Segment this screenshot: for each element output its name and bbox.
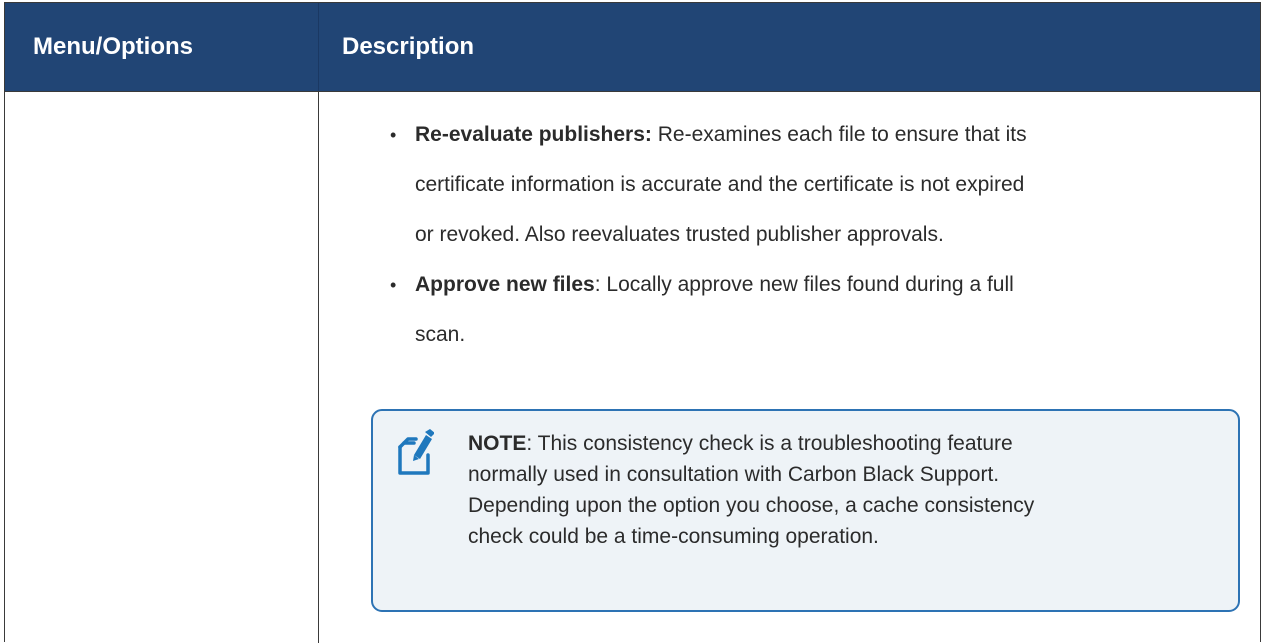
note-callout: NOTE: This consistency check is a troubl… [371, 409, 1240, 612]
bullet-line: certificate information is accurate and … [415, 173, 1025, 196]
header-divider [318, 3, 319, 91]
table-header-row: Menu/Options Description [5, 3, 1260, 91]
note-label: NOTE [468, 432, 527, 455]
bullet-re-evaluate-publishers: • Re-evaluate publishers: Re-examines ea… [385, 110, 1215, 260]
note-line-text: : This consistency check is a troublesho… [526, 432, 1013, 455]
bullet-approve-new-files: • Approve new files: Locally approve new… [385, 260, 1215, 360]
note-line: Depending upon the option you choose, a … [468, 494, 1035, 517]
note-line: check could be a time-consuming operatio… [468, 525, 879, 548]
column-divider [318, 91, 319, 643]
row-separator [5, 91, 1260, 92]
bullet-term: Re-evaluate publishers: [415, 123, 652, 146]
note-line: normally used in consultation with Carbo… [468, 463, 1000, 486]
note-pencil-icon [398, 429, 434, 475]
bullet-marker: • [390, 275, 397, 295]
note-line: NOTE: This consistency check is a troubl… [468, 428, 1208, 459]
note-text: NOTE: This consistency check is a troubl… [468, 428, 1208, 552]
bullet-line: or revoked. Also reevaluates trusted pub… [415, 223, 944, 246]
bullet-marker: • [390, 125, 397, 145]
bullet-text: : Locally approve new files found during… [594, 273, 1014, 296]
bullet-line: Approve new files: Locally approve new f… [415, 260, 1215, 310]
header-menu-options: Menu/Options [33, 33, 193, 60]
bullet-term: Approve new files [415, 273, 595, 296]
bullet-text: Re-examines each file to ensure that its [651, 123, 1027, 146]
header-description: Description [342, 33, 475, 60]
description-bullet-list: • Re-evaluate publishers: Re-examines ea… [385, 110, 1215, 360]
bullet-line: Re-evaluate publishers: Re-examines each… [415, 110, 1215, 160]
bullet-line: scan. [415, 323, 466, 346]
